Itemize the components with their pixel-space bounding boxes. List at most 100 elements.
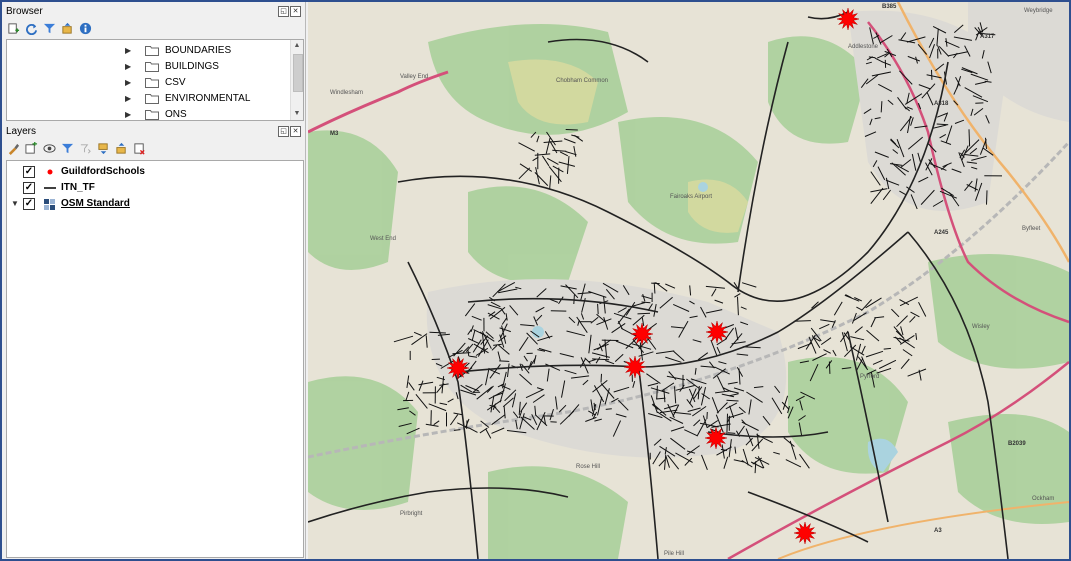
folder-icon (145, 45, 159, 56)
refresh-icon[interactable] (24, 21, 38, 35)
layer-row-osm-standard[interactable]: ▼ ✓ OSM Standard (11, 196, 130, 211)
layer-name: OSM Standard (61, 198, 130, 209)
layer-row-itn-tf[interactable]: ✓ ITN_TF (11, 180, 95, 195)
close-icon[interactable]: ✕ (290, 6, 301, 17)
float-icon[interactable]: ◱ (278, 126, 289, 137)
browser-tree[interactable]: ▶ BOUNDARIES ▶ BUILDINGS ▶ CSV ▶ ENVIRONMENTAL ▶… (6, 39, 304, 121)
layer-name: ITN_TF (61, 182, 95, 193)
expand-arrow-icon[interactable]: ▶ (125, 78, 135, 87)
itn-road-segment (726, 399, 739, 402)
itn-road-segment (597, 303, 599, 315)
map-svg[interactable]: Windlesham Valley End West End Chobham Comm… (308, 2, 1069, 559)
itn-road-segment (727, 432, 736, 434)
itn-road-segment (565, 129, 578, 131)
map-road-label: M3 (330, 131, 339, 137)
itn-road-segment (499, 360, 510, 362)
map-place-label: Ockham (1032, 496, 1054, 502)
red-point-symbol-icon (47, 169, 53, 174)
itn-road-segment (429, 331, 446, 334)
itn-road-segment (637, 312, 651, 315)
layers-tree[interactable]: ✓ GuildfordSchools ✓ ITN_TF ▼ ✓ OSM Stan… (6, 160, 304, 558)
filter-legend-icon[interactable] (60, 141, 74, 155)
browser-tree-item[interactable]: ▶ BOUNDARIES (125, 42, 231, 58)
map-place-label: West End (370, 236, 396, 242)
browser-tree-item-label: ONS (165, 108, 187, 120)
folder-icon (145, 93, 159, 104)
itn-road-segment (600, 373, 602, 383)
add-selected-layers-icon[interactable] (6, 21, 20, 35)
browser-tree-item[interactable]: ▶ ENVIRONMENTAL (125, 90, 250, 106)
remove-layer-icon[interactable] (132, 141, 146, 155)
folder-icon (145, 109, 159, 120)
black-line-symbol-icon (44, 186, 56, 189)
itn-road-segment (936, 123, 949, 126)
map-road-label: A317 (980, 34, 995, 40)
collapse-all-icon[interactable] (60, 21, 74, 35)
expand-arrow-icon[interactable]: ▶ (125, 62, 135, 71)
itn-road-segment (986, 190, 988, 205)
map-road-label: A3 (934, 528, 942, 534)
scroll-down-arrow-icon[interactable]: ▼ (291, 108, 303, 120)
browser-tree-item[interactable]: ▶ ONS (125, 106, 187, 120)
browser-panel-title: Browser (6, 6, 43, 17)
browser-tree-item-label: ENVIRONMENTAL (165, 92, 251, 104)
map-place-label: Pirbright (400, 511, 423, 517)
itn-road-segment (968, 129, 971, 147)
folder-icon (145, 77, 159, 88)
raster-tiles-symbol-icon (44, 198, 55, 210)
browser-tree-item[interactable]: ▶ BUILDINGS (125, 58, 219, 74)
browser-panel-controls: ◱ ✕ (278, 6, 301, 17)
map-place-label: Weybridge (1024, 8, 1053, 14)
map-place-label: Fairoaks Airport (670, 194, 712, 200)
map-road-label: B385 (882, 4, 897, 10)
itn-road-segment (754, 461, 757, 474)
float-icon[interactable]: ◱ (278, 6, 289, 17)
layers-panel-controls: ◱ ✕ (278, 126, 301, 137)
layer-row-guildford-schools[interactable]: ✓ GuildfordSchools (11, 164, 145, 179)
itn-road-segment (605, 408, 612, 410)
expand-all-icon[interactable] (96, 141, 110, 155)
map-road-label: B2039 (1008, 441, 1026, 447)
map-place-label: Chobham Common (556, 78, 608, 84)
map-road-label: A245 (934, 230, 949, 236)
layer-name: GuildfordSchools (61, 166, 145, 177)
expand-arrow-icon[interactable]: ▼ (11, 199, 23, 208)
expand-arrow-icon[interactable]: ▶ (125, 110, 135, 119)
layers-toolbar (6, 141, 146, 155)
layer-checkbox[interactable]: ✓ (23, 181, 35, 194)
itn-road-segment (641, 301, 651, 304)
expand-arrow-icon[interactable]: ▶ (125, 94, 135, 103)
browser-tree-item-label: BOUNDARIES (165, 44, 232, 56)
itn-road-segment (880, 101, 883, 113)
filter-expression-icon[interactable] (78, 141, 92, 155)
map-road-label: A318 (934, 101, 949, 107)
scroll-thumb[interactable] (293, 54, 303, 92)
style-brush-icon[interactable] (6, 141, 20, 155)
map-place-label: Wisley (972, 324, 990, 330)
qgis-window: Browser ◱ ✕ ▶ BOUNDARIES ▶ BUILDINGS ▶ CSV ▶ EN… (0, 0, 1071, 561)
manage-map-themes-icon[interactable] (42, 141, 56, 155)
close-icon[interactable]: ✕ (290, 126, 301, 137)
browser-scrollbar[interactable]: ▲ ▼ (290, 40, 303, 120)
layers-panel-title: Layers (6, 126, 37, 137)
add-group-icon[interactable] (24, 141, 38, 155)
collapse-all-icon[interactable] (114, 141, 128, 155)
filter-icon[interactable] (42, 21, 56, 35)
browser-toolbar (6, 21, 92, 35)
itn-road-segment (651, 282, 660, 285)
itn-road-segment (883, 347, 891, 350)
scroll-up-arrow-icon[interactable]: ▲ (291, 40, 303, 52)
expand-arrow-icon[interactable]: ▶ (125, 46, 135, 55)
map-place-label: Addlestone (848, 44, 879, 50)
folder-icon (145, 61, 159, 72)
map-place-label: Pyrford (860, 374, 879, 380)
layer-checkbox[interactable]: ✓ (23, 197, 35, 210)
layer-checkbox[interactable]: ✓ (23, 165, 35, 178)
browser-tree-item-label: CSV (165, 76, 186, 88)
map-place-label: Rose Hill (576, 464, 600, 470)
browser-tree-item[interactable]: ▶ CSV (125, 74, 186, 90)
map-place-label: Windlesham (330, 90, 363, 96)
info-icon[interactable] (78, 21, 92, 35)
map-canvas[interactable]: Windlesham Valley End West End Chobham Comm… (308, 2, 1069, 559)
map-place-label: Byfleet (1022, 226, 1041, 232)
